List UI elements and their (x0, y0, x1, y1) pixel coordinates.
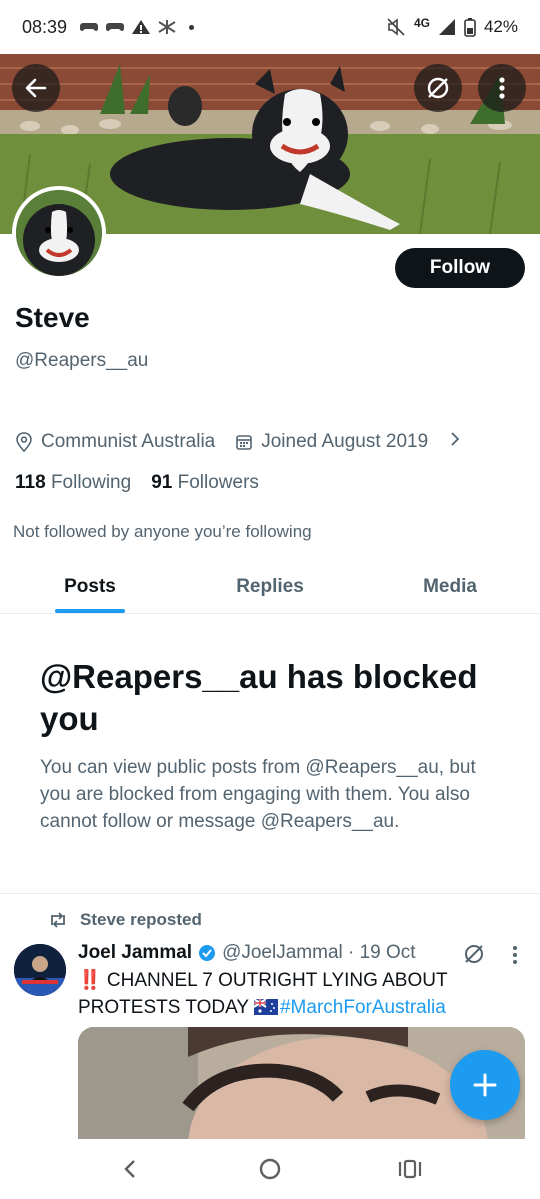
calendar-icon (236, 435, 253, 450)
following-count: 118 (15, 472, 46, 493)
profile-meta: Communist Australia Joined August 2019 (15, 430, 462, 454)
location-text: Communist Australia (41, 431, 216, 452)
chevron-left-icon (124, 1160, 135, 1178)
android-nav-bar (0, 1139, 540, 1199)
follow-counts: 118 Following 91 Followers (15, 472, 279, 494)
follow-button[interactable]: Follow (395, 248, 525, 288)
repost-icon (51, 912, 65, 928)
profile-avatar[interactable] (12, 186, 106, 280)
grok-button[interactable] (414, 64, 462, 112)
post-text: ‼️ CHANNEL 7 OUTRIGHT LYING ABOUT PROTES… (78, 967, 518, 1021)
battery-icon (464, 18, 476, 37)
home-circle-icon (259, 1158, 281, 1180)
followers-label: Followers (177, 472, 259, 493)
tab-posts[interactable]: Posts (0, 560, 180, 613)
profile-tabs: Posts Replies Media (0, 560, 540, 614)
tab-media[interactable]: Media (360, 560, 540, 613)
not-followed-text: Not followed by anyone you’re following (13, 522, 312, 541)
notification-icon (158, 20, 176, 34)
chevron-right-icon (451, 432, 460, 446)
compose-post-button[interactable] (450, 1050, 520, 1120)
warning-icon (132, 20, 151, 34)
location-pin-icon (16, 432, 32, 452)
battery-percent: 42% (483, 17, 518, 36)
more-vertical-icon (513, 946, 517, 964)
status-time: 08:39 (22, 16, 68, 37)
mute-icon (387, 18, 405, 36)
plus-icon (473, 1073, 497, 1097)
post-author-avatar[interactable] (14, 944, 66, 996)
arrow-left-icon (25, 78, 47, 98)
divider (0, 893, 540, 894)
status-bar: 08:39 4G 42% (0, 0, 540, 54)
following-link[interactable]: 118 Following (15, 472, 131, 494)
profile-name: Steve (15, 302, 90, 333)
followers-link[interactable]: 91 Followers (151, 472, 259, 494)
more-options-button[interactable] (478, 64, 526, 112)
post-author-handle-date: @JoelJammal · 19 Oct (222, 942, 416, 963)
post-author-name[interactable]: Joel Jammal (78, 942, 192, 964)
australia-flag-icon (253, 999, 278, 1015)
game-controller-icon (106, 23, 125, 31)
profile-handle: @Reapers__au (15, 350, 149, 371)
blocked-body: You can view public posts from @Reapers_… (40, 757, 476, 832)
verified-badge-icon (198, 944, 216, 962)
profile-location: Communist Australia (15, 431, 215, 453)
recents-icon (398, 1159, 422, 1179)
nav-recents-button[interactable] (380, 1149, 440, 1189)
followers-count: 91 (151, 472, 173, 493)
post-header: Joel Jammal @JoelJammal · 19 Oct (78, 942, 416, 964)
joined-text: Joined August 2019 (261, 431, 429, 452)
blocked-notice: @Reapers__au has blocked you You can vie… (40, 656, 510, 835)
expand-meta-button[interactable] (448, 430, 462, 454)
status-right: 4G 42% (386, 16, 518, 38)
signal-icon (438, 19, 455, 35)
profile-joined: Joined August 2019 (235, 431, 428, 453)
network-type: 4G (413, 16, 430, 30)
more-notifications-dot (189, 24, 195, 30)
blocked-title: @Reapers__au has blocked you (40, 658, 478, 737)
back-button[interactable] (12, 64, 60, 112)
avatar-dog-photo (16, 190, 102, 276)
more-vertical-icon (499, 77, 505, 99)
following-label: Following (50, 472, 132, 493)
nav-home-button[interactable] (240, 1149, 300, 1189)
repost-label: Steve reposted (80, 910, 202, 929)
game-controller-icon (80, 23, 99, 31)
status-notification-icons (79, 19, 195, 35)
tab-replies[interactable]: Replies (180, 560, 360, 613)
post-hashtag-link[interactable]: #MarchForAustralia (280, 997, 446, 1018)
grok-icon (465, 945, 483, 963)
repost-indicator: Steve reposted (48, 910, 202, 930)
nav-back-button[interactable] (100, 1149, 160, 1189)
grok-icon (427, 77, 449, 99)
